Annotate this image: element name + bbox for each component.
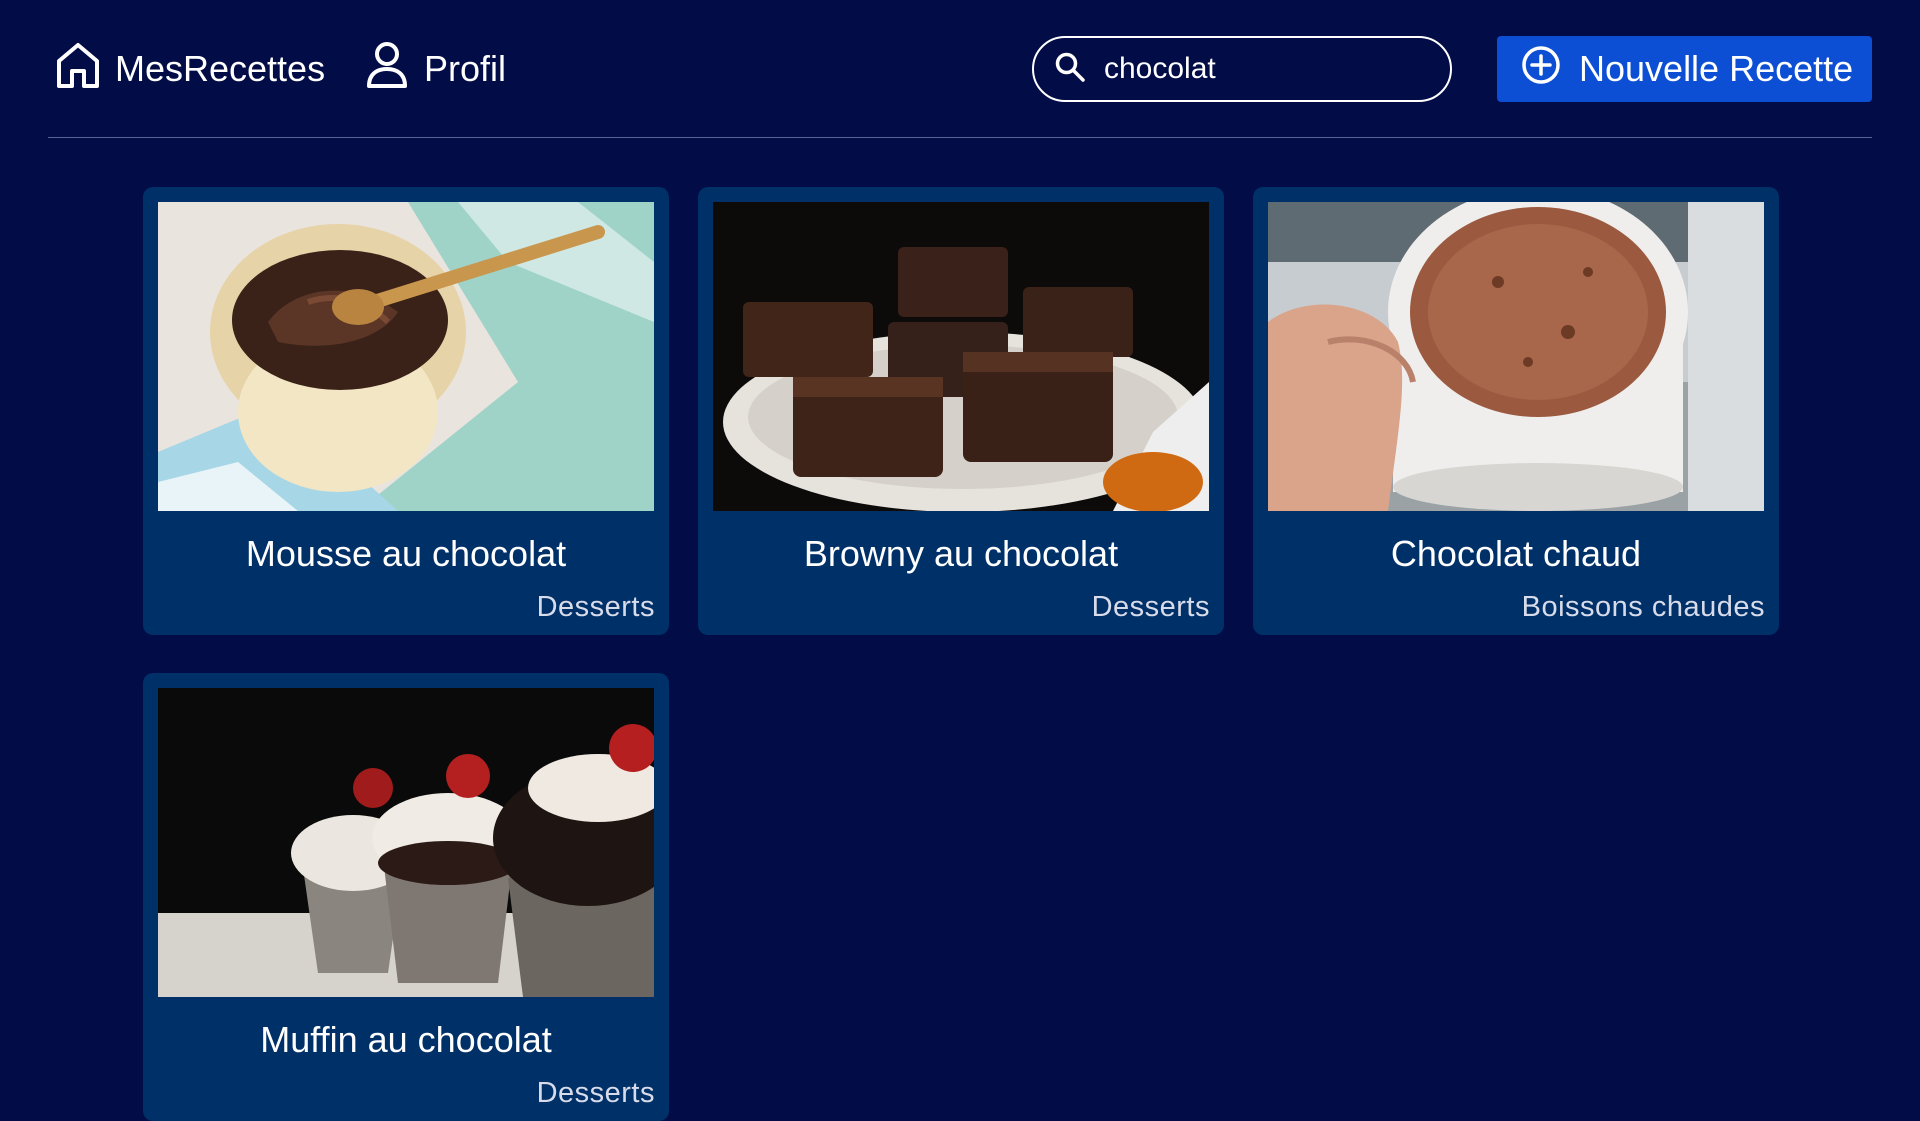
recipe-card[interactable]: Muffin au chocolat Desserts — [143, 673, 669, 1121]
search-box[interactable] — [1032, 36, 1452, 102]
recipe-image — [158, 688, 654, 997]
recipe-title: Browny au chocolat — [803, 533, 1119, 574]
home-label: MesRecettes — [115, 48, 326, 89]
plus-circle-icon — [1521, 45, 1561, 94]
recipe-card[interactable]: Mousse au chocolat Desserts — [143, 187, 669, 635]
recipe-image — [158, 202, 654, 511]
home-link[interactable]: MesRecettes — [55, 42, 326, 94]
recipe-title: Muffin au chocolat — [260, 1019, 552, 1060]
recipe-category: Desserts — [1091, 591, 1210, 623]
recipe-image — [713, 202, 1209, 511]
new-recipe-label: Nouvelle Recette — [1579, 48, 1854, 89]
top-navigation: MesRecettes Profil Nouvelle Recette — [48, 0, 1872, 138]
person-icon — [364, 41, 410, 98]
search-input[interactable] — [1104, 52, 1424, 86]
new-recipe-button[interactable]: Nouvelle Recette — [1497, 36, 1872, 102]
recipe-card[interactable]: Browny au chocolat Desserts — [698, 187, 1224, 635]
profile-link[interactable]: Profil — [364, 41, 507, 94]
recipe-title: Mousse au chocolat — [245, 533, 567, 574]
recipe-card[interactable]: Chocolat chaud Boissons chaudes — [1253, 187, 1779, 635]
recipe-category: Desserts — [536, 591, 655, 623]
recipe-title: Chocolat chaud — [1390, 533, 1642, 574]
recipe-category: Desserts — [536, 1077, 655, 1109]
home-icon — [55, 41, 101, 98]
recipe-image — [1268, 202, 1764, 511]
recipe-category: Boissons chaudes — [1521, 591, 1765, 623]
profile-label: Profil — [424, 48, 507, 89]
search-icon — [1054, 51, 1086, 88]
